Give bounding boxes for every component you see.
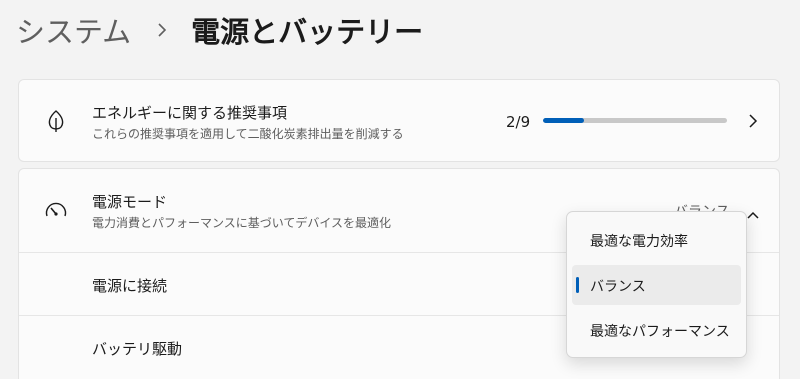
recommendations-progress-fill [543, 118, 584, 123]
option-label: 最適なパフォーマンス [590, 324, 730, 340]
power-mode-title: 電源モード [92, 193, 168, 211]
page-title: 電源とバッテリー [191, 15, 424, 49]
selected-indicator [576, 277, 579, 293]
chevron-up-icon[interactable] [746, 205, 760, 219]
chevron-right-icon [151, 19, 173, 41]
option-label: 最適な電力効率 [590, 234, 688, 250]
breadcrumb-system-link[interactable]: システム [16, 9, 131, 51]
recommendations-title: エネルギーに関する推奨事項 [92, 104, 288, 122]
power-mode-subtitle: 電力消費とパフォーマンスに基づいてデバイスを最適化 [92, 216, 392, 230]
option-label: バランス [590, 279, 646, 295]
speedometer-icon [43, 198, 69, 224]
recommendations-subtitle: これらの推奨事項を適用して二酸化炭素排出量を削減する [92, 127, 404, 141]
plugged-in-label: 電源に接続 [92, 277, 168, 295]
option-best-power-efficiency[interactable]: 最適な電力効率 [572, 220, 741, 260]
recommendations-progress-text: 2/9 [506, 113, 531, 131]
power-mode-dropdown: 最適な電力効率 バランス 最適なパフォーマンス [566, 211, 747, 358]
option-best-performance[interactable]: 最適なパフォーマンス [572, 310, 741, 350]
recommendations-progress-bar [543, 118, 727, 123]
power-battery-settings-page: システム 電源とバッテリー エネルギーに関する推奨事項 これらの推奨事項を適用し… [0, 0, 800, 379]
breadcrumb: システム 電源とバッテリー [16, 8, 423, 52]
on-battery-label: バッテリ駆動 [92, 340, 183, 358]
option-balanced[interactable]: バランス [572, 265, 741, 305]
energy-recommendations-card[interactable]: エネルギーに関する推奨事項 これらの推奨事項を適用して二酸化炭素排出量を削減する… [18, 79, 780, 162]
chevron-right-icon [746, 113, 760, 129]
leaf-icon [43, 108, 69, 134]
